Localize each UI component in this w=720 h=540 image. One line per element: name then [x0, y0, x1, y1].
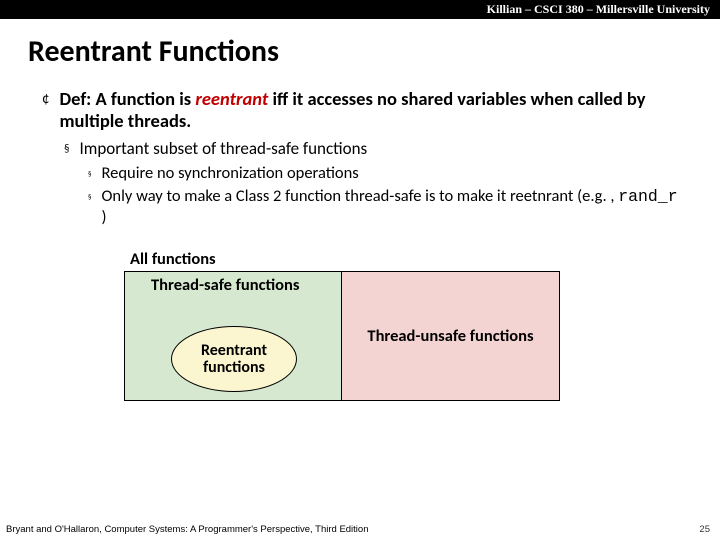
footer-page-number: 25	[699, 524, 710, 535]
slide-title: Reentrant Functions	[28, 33, 720, 70]
footer: Bryant and O'Hallaron, Computer Systems:…	[6, 524, 710, 535]
bullet-sub1a: § Require no synchronization operations	[88, 163, 686, 184]
venn-outer-box: Thread-safe functions Reentrant function…	[124, 271, 560, 401]
bullet-sub1: § Important subset of thread-safe functi…	[64, 138, 686, 159]
header-bar: Killian – CSCI 380 – Millersville Univer…	[0, 0, 720, 19]
def-prefix: Def: A function is	[59, 87, 195, 110]
sub1b-text: Only way to make a Class 2 function thre…	[102, 186, 687, 227]
sub1-text: Important subset of thread-safe function…	[79, 138, 367, 159]
sub1b-prefix: Only way to make a Class 2 function thre…	[102, 186, 619, 206]
label-thread-unsafe: Thread-unsafe functions	[367, 327, 533, 346]
bullet-square-icon: §	[64, 138, 69, 159]
bullet-def: ¢ Def: A function is reentrant iff it ac…	[42, 88, 686, 132]
def-text: Def: A function is reentrant iff it acce…	[59, 88, 686, 132]
bullet-small-square-icon: §	[88, 186, 92, 227]
ellipse-reentrant: Reentrant functions	[171, 326, 297, 392]
bullet-small-square-icon: §	[88, 163, 92, 184]
box-thread-unsafe: Thread-unsafe functions	[342, 272, 559, 400]
footer-attribution: Bryant and O'Hallaron, Computer Systems:…	[6, 524, 369, 535]
def-word: reentrant	[195, 87, 268, 110]
content-area: ¢ Def: A function is reentrant iff it ac…	[0, 88, 720, 401]
venn-diagram: All functions Thread-safe functions Reen…	[124, 249, 686, 401]
box-thread-safe: Thread-safe functions Reentrant function…	[125, 272, 342, 400]
label-reentrant: Reentrant functions	[172, 342, 296, 376]
header-text: Killian – CSCI 380 – Millersville Univer…	[487, 2, 710, 16]
label-all-functions: All functions	[130, 249, 686, 269]
bullet-circle-icon: ¢	[42, 88, 49, 132]
sub1b-code: rand_r	[618, 187, 677, 206]
sub1b-suffix: )	[102, 207, 107, 227]
label-thread-safe: Thread-safe functions	[151, 276, 299, 294]
sub1a-text: Require no synchronization operations	[102, 163, 359, 184]
bullet-sub1b: § Only way to make a Class 2 function th…	[88, 186, 686, 227]
